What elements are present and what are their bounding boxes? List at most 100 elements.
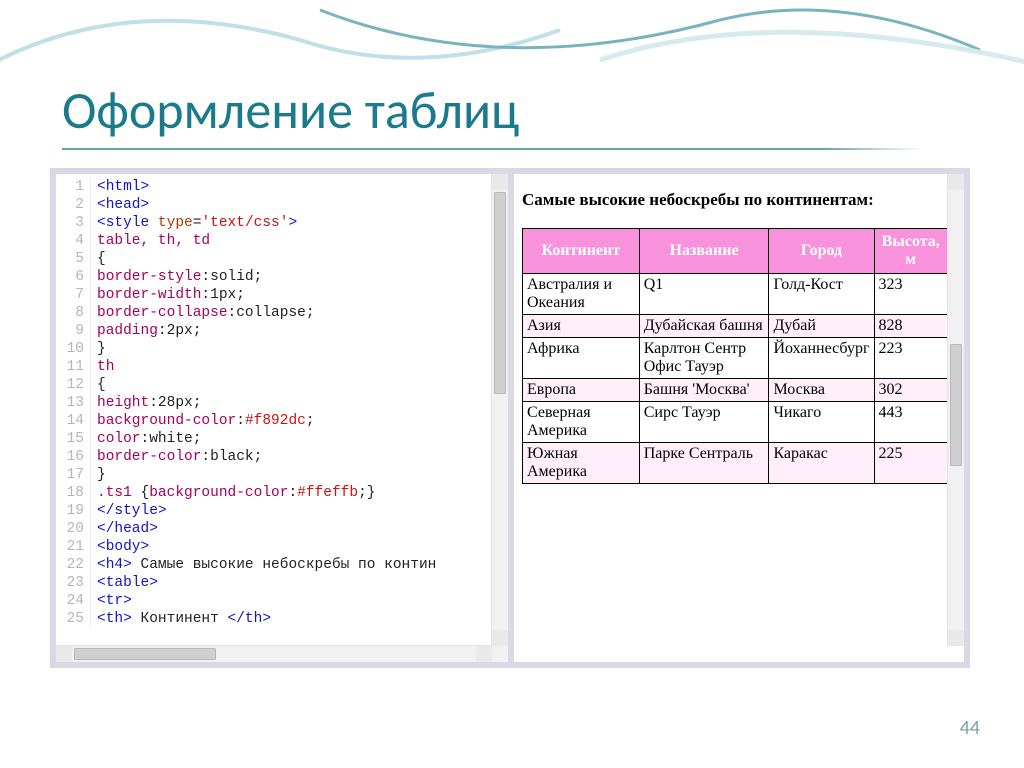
- table-cell: 323: [874, 274, 948, 315]
- table-cell: Азия: [523, 315, 640, 338]
- line-number: 12: [56, 376, 91, 394]
- code-vertical-scrollbar[interactable]: [491, 174, 508, 646]
- table-row: Северная АмерикаСирс ТауэрЧикаго443: [523, 402, 948, 443]
- line-number: 22: [56, 556, 91, 574]
- table-cell: 225: [874, 443, 948, 484]
- code-line: 16border-color:black;: [56, 448, 492, 466]
- code-text: }: [97, 340, 106, 358]
- code-text: <head>: [97, 196, 149, 214]
- code-text: th: [97, 358, 114, 376]
- table-cell: Парке Сентраль: [639, 443, 769, 484]
- table-cell: Сирс Тауэр: [639, 402, 769, 443]
- code-text: .ts1 {background-color:#ffeffb;}: [97, 484, 375, 502]
- line-number: 21: [56, 538, 91, 556]
- table-cell: 302: [874, 379, 948, 402]
- code-listing: 1 <html> 2 <head>3<style type='text/css'>4t…: [56, 178, 492, 646]
- table-cell: Йоханнесбург: [769, 338, 874, 379]
- table-header-cell: Континент: [523, 229, 640, 274]
- code-line: 11th: [56, 358, 492, 376]
- code-text: <th> Континент </th>: [97, 610, 271, 628]
- code-text: <style type='text/css'>: [97, 214, 297, 232]
- code-line: 5{: [56, 250, 492, 268]
- table-row: Южная АмерикаПарке СентральКаракас225: [523, 443, 948, 484]
- table-cell: 223: [874, 338, 948, 379]
- slide-title: Оформление таблиц: [62, 78, 519, 142]
- code-line: 6 border-style:solid;: [56, 268, 492, 286]
- code-pane: 1 <html> 2 <head>3<style type='text/css'>4t…: [56, 174, 508, 662]
- line-number: 20: [56, 520, 91, 538]
- code-horizontal-scrollbar[interactable]: [56, 645, 492, 662]
- line-number: 23: [56, 574, 91, 592]
- line-number: 9: [56, 322, 91, 340]
- decorative-swirls: [0, 0, 1024, 80]
- table-cell: Европа: [523, 379, 640, 402]
- skyscraper-table: КонтинентНазваниеГородВысота, м Австрали…: [522, 228, 948, 484]
- code-line: 10}: [56, 340, 492, 358]
- content-frame: 1 <html> 2 <head>3<style type='text/css'>4t…: [50, 168, 970, 668]
- code-line: 14 background-color:#f892dc;: [56, 412, 492, 430]
- code-text: border-color:black;: [97, 448, 262, 466]
- table-cell: 828: [874, 315, 948, 338]
- code-line: 21 <body>: [56, 538, 492, 556]
- code-line: 23 <table>: [56, 574, 492, 592]
- scrollbar-thumb[interactable]: [494, 192, 506, 394]
- code-line: 17}: [56, 466, 492, 484]
- code-line: 4table, th, td: [56, 232, 492, 250]
- preview-content: Самые высокие небоскребы по континентам:…: [522, 178, 948, 662]
- table-cell: 443: [874, 402, 948, 443]
- line-number: 14: [56, 412, 91, 430]
- code-line: 3<style type='text/css'>: [56, 214, 492, 232]
- line-number: 5: [56, 250, 91, 268]
- line-number: 18: [56, 484, 91, 502]
- table-cell: Москва: [769, 379, 874, 402]
- table-header-cell: Город: [769, 229, 874, 274]
- code-text: </head>: [97, 520, 158, 538]
- code-text: <html>: [97, 178, 149, 196]
- table-header-cell: Высота, м: [874, 229, 948, 274]
- code-text: </style>: [97, 502, 167, 520]
- table-cell: Южная Америка: [523, 443, 640, 484]
- code-line: 18 .ts1 {background-color:#ffeffb;}: [56, 484, 492, 502]
- code-line: 25<th> Континент </th>: [56, 610, 492, 628]
- table-header-row: КонтинентНазваниеГородВысота, м: [523, 229, 948, 274]
- code-text: <body>: [97, 538, 149, 556]
- table-cell: Чикаго: [769, 402, 874, 443]
- code-text: border-style:solid;: [97, 268, 262, 286]
- table-cell: Австралия и Океания: [523, 274, 640, 315]
- code-line: 7border-width:1px;: [56, 286, 492, 304]
- scrollbar-thumb[interactable]: [74, 648, 216, 660]
- code-line: 12 {: [56, 376, 492, 394]
- line-number: 24: [56, 592, 91, 610]
- code-text: table, th, td: [97, 232, 210, 250]
- table-cell: Дубайская башня: [639, 315, 769, 338]
- code-text: background-color:#f892dc;: [97, 412, 315, 430]
- code-text: }: [97, 466, 106, 484]
- line-number: 1: [56, 178, 91, 196]
- line-number: 13: [56, 394, 91, 412]
- line-number: 15: [56, 430, 91, 448]
- code-text: <table>: [97, 574, 158, 592]
- page-number: 44: [960, 716, 980, 740]
- scrollbar-thumb[interactable]: [950, 344, 962, 466]
- table-cell: Каракас: [769, 443, 874, 484]
- line-number: 6: [56, 268, 91, 286]
- line-number: 2: [56, 196, 91, 214]
- line-number: 17: [56, 466, 91, 484]
- table-cell: Голд-Кост: [769, 274, 874, 315]
- table-cell: Башня 'Москва': [639, 379, 769, 402]
- table-cell: Северная Америка: [523, 402, 640, 443]
- code-text: border-width:1px;: [97, 286, 245, 304]
- code-text: color:white;: [97, 430, 201, 448]
- table-row: ЕвропаБашня 'Москва'Москва302: [523, 379, 948, 402]
- code-text: {: [97, 376, 106, 394]
- code-line: 8border-collapse:collapse;: [56, 304, 492, 322]
- table-cell: Африка: [523, 338, 640, 379]
- code-line: 15 color:white;: [56, 430, 492, 448]
- preview-vertical-scrollbar[interactable]: [947, 174, 964, 646]
- line-number: 19: [56, 502, 91, 520]
- table-header-cell: Название: [639, 229, 769, 274]
- line-number: 8: [56, 304, 91, 322]
- table-cell: Q1: [639, 274, 769, 315]
- code-line: 20 </head>: [56, 520, 492, 538]
- table-cell: Карлтон Сентр Офис Тауэр: [639, 338, 769, 379]
